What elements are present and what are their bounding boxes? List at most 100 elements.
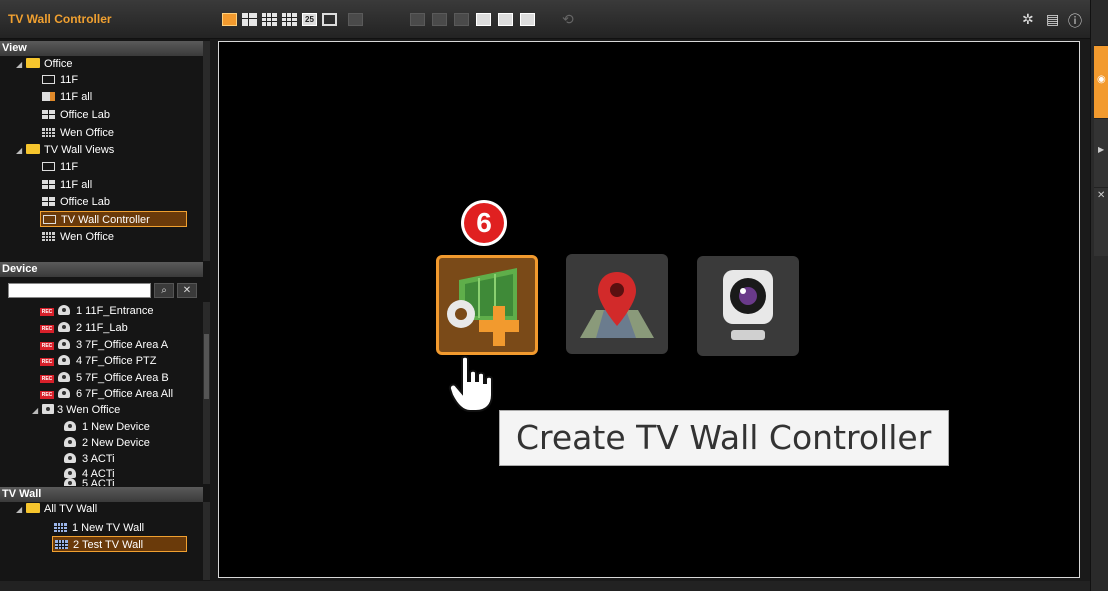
view-item[interactable]: 11F all xyxy=(42,177,92,193)
title-bar: TV Wall Controller 25 ⟲ ✲ ▤ ⓘ xyxy=(0,0,1090,39)
device-item[interactable]: REC 1 11F_Entrance xyxy=(40,303,153,319)
camera-icon xyxy=(723,270,773,340)
folder-icon xyxy=(26,58,40,68)
bullet-camera-icon xyxy=(64,453,76,463)
rec-badge: REC xyxy=(40,308,54,316)
tool-button-2[interactable] xyxy=(432,13,447,26)
tv-wall-controller-icon xyxy=(447,268,519,346)
ptz-camera-icon xyxy=(58,355,70,365)
left-panel: View ◢ Office 11F 11F all Office Lab Wen … xyxy=(0,39,210,591)
single-view-icon xyxy=(42,75,55,84)
layout-1x1-button[interactable] xyxy=(222,13,237,26)
device-group-wen-office[interactable]: ◢ 3 Wen Office xyxy=(32,402,120,418)
dome-camera-icon xyxy=(58,322,70,332)
dome-camera-icon xyxy=(64,468,76,478)
dome-camera-icon xyxy=(64,478,76,486)
device-item[interactable]: REC 2 11F_Lab xyxy=(40,320,128,336)
hand-cursor-icon xyxy=(448,355,493,412)
layout-2x2-button[interactable] xyxy=(242,13,257,26)
view-item[interactable]: Wen Office xyxy=(42,229,114,245)
map-icon xyxy=(580,272,654,338)
tvwall-item-selected[interactable]: 2 Test TV Wall xyxy=(52,536,187,552)
side-tab-tools[interactable]: ✕ xyxy=(1094,187,1108,256)
tool-button-1[interactable] xyxy=(410,13,425,26)
create-camera-button[interactable] xyxy=(697,256,799,356)
layout-4x4-button[interactable] xyxy=(282,13,297,26)
quad-view-icon xyxy=(42,110,55,119)
tvwall-group[interactable]: ◢ All TV Wall xyxy=(16,501,97,517)
step-badge: 6 xyxy=(461,200,507,246)
layout-3x3-button[interactable] xyxy=(262,13,277,26)
search-icon: ⌕ xyxy=(161,285,167,296)
device-item[interactable]: 1 New Device xyxy=(64,419,150,435)
dome-camera-icon xyxy=(58,339,70,349)
dome-camera-icon xyxy=(58,305,70,315)
tool-button-6[interactable] xyxy=(520,13,535,26)
device-item[interactable]: 2 New Device xyxy=(64,435,150,451)
device-item[interactable]: REC 3 7F_Office Area A xyxy=(40,337,168,353)
view-item[interactable]: 11F xyxy=(42,159,78,175)
close-icon: ✕ xyxy=(182,285,192,296)
tv-wall-icon xyxy=(54,523,67,532)
device-scroll-thumb[interactable] xyxy=(204,334,209,399)
info-icon[interactable]: ⓘ xyxy=(1068,11,1082,31)
tools-icon: ✕ xyxy=(1097,190,1106,201)
app-window: TV Wall Controller 25 ⟲ ✲ ▤ ⓘ View ◢ Offi… xyxy=(0,0,1108,591)
tooltip: Create TV Wall Controller xyxy=(499,410,949,466)
app-title: TV Wall Controller xyxy=(8,12,112,26)
view-option-button[interactable] xyxy=(348,13,363,26)
device-item[interactable]: REC 4 7F_Office PTZ xyxy=(40,353,157,369)
device-item[interactable]: 3 ACTi xyxy=(64,451,115,467)
device-search-input[interactable] xyxy=(8,283,151,298)
quad-view-icon xyxy=(42,180,55,189)
view-item[interactable]: Office Lab xyxy=(42,107,110,123)
mixed-view-icon xyxy=(42,92,55,101)
side-tab-playback[interactable]: ▶ xyxy=(1094,118,1108,187)
sync-icon[interactable]: ⟲ xyxy=(562,11,574,28)
single-view-icon xyxy=(42,162,55,171)
rec-badge: REC xyxy=(40,375,54,383)
create-tv-wall-controller-button[interactable] xyxy=(436,255,538,355)
single-view-icon xyxy=(43,215,56,224)
settings-icon[interactable]: ✲ xyxy=(1022,11,1034,28)
create-map-button[interactable] xyxy=(566,254,668,354)
grid-view-icon xyxy=(42,232,55,241)
tool-button-4[interactable] xyxy=(476,13,491,26)
document-icon[interactable]: ▤ xyxy=(1046,11,1059,28)
tool-button-5[interactable] xyxy=(498,13,513,26)
view-item[interactable]: Office Lab xyxy=(42,194,110,210)
view-item[interactable]: 11F all xyxy=(42,89,92,105)
clear-search-button[interactable]: ✕ xyxy=(177,283,197,298)
search-button[interactable]: ⌕ xyxy=(154,283,174,298)
view-header: View xyxy=(0,41,203,56)
rec-badge: REC xyxy=(40,325,54,333)
bullet-camera-icon xyxy=(58,388,70,398)
device-item[interactable]: REC 5 7F_Office Area B xyxy=(40,370,169,386)
view-item[interactable]: Wen Office xyxy=(42,125,114,141)
view-item[interactable]: 11F xyxy=(42,72,78,88)
side-tab-view[interactable]: ◉ xyxy=(1094,45,1108,118)
eye-icon: ◉ xyxy=(1097,74,1106,85)
nvr-icon xyxy=(42,404,54,414)
status-bar xyxy=(0,581,1090,591)
folder-icon xyxy=(26,503,40,513)
box-camera-icon xyxy=(64,421,76,431)
tool-button-3[interactable] xyxy=(454,13,469,26)
view-scrollbar[interactable] xyxy=(203,41,210,261)
device-item[interactable]: REC 6 7F_Office Area All xyxy=(40,386,173,402)
view-item-selected[interactable]: TV Wall Controller xyxy=(40,211,187,227)
layout-25-button[interactable]: 25 xyxy=(302,13,317,26)
grid-view-icon xyxy=(42,128,55,137)
tvwall-item[interactable]: 1 New TV Wall xyxy=(54,520,144,536)
view-group-office[interactable]: ◢ Office xyxy=(16,56,73,72)
view-group-tv-wall-views[interactable]: ◢ TV Wall Views xyxy=(16,142,114,158)
dome-camera-icon xyxy=(58,372,70,382)
tvwall-scrollbar[interactable] xyxy=(203,502,210,580)
play-icon: ▶ xyxy=(1098,145,1105,154)
device-header: Device xyxy=(0,262,203,277)
quad-view-icon xyxy=(42,197,55,206)
device-item[interactable]: 5 ACTi xyxy=(64,478,115,486)
layout-window-button[interactable] xyxy=(322,13,337,26)
tv-wall-icon xyxy=(55,540,68,549)
tvwall-header: TV Wall xyxy=(0,487,203,502)
